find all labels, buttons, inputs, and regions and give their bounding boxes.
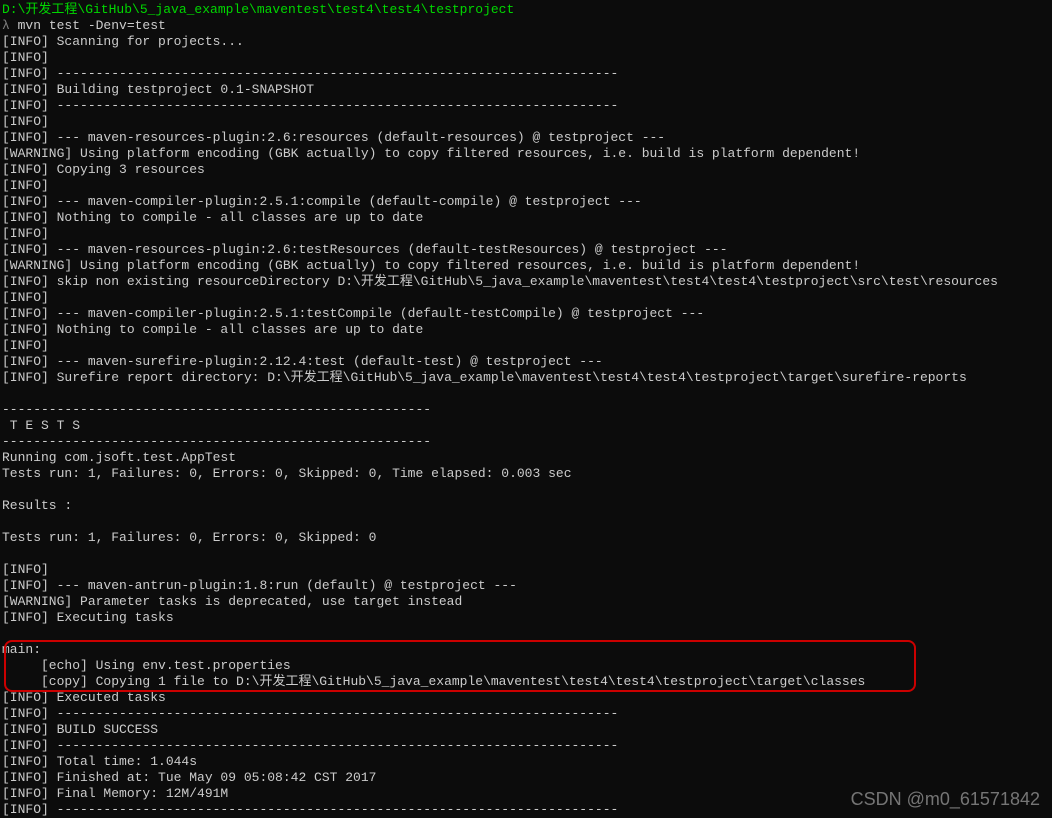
- watermark: CSDN @m0_61571842: [851, 791, 1040, 807]
- output-line: [INFO] ---------------------------------…: [2, 66, 1050, 82]
- output-line: [2, 482, 1050, 498]
- command-text: mvn test -Denv=test: [10, 18, 166, 33]
- output-line: [INFO] ---------------------------------…: [2, 738, 1050, 754]
- output-line: [INFO]: [2, 114, 1050, 130]
- output-line: [2, 514, 1050, 530]
- output-line: [INFO] Finished at: Tue May 09 05:08:42 …: [2, 770, 1050, 786]
- output-line: [INFO] Total time: 1.044s: [2, 754, 1050, 770]
- output-line: ----------------------------------------…: [2, 434, 1050, 450]
- prompt-line: D:\开发工程\GitHub\5_java_example\maventest\…: [2, 2, 1050, 18]
- command-line[interactable]: λ mvn test -Denv=test: [2, 18, 1050, 34]
- output-line: [INFO]: [2, 50, 1050, 66]
- output-line: [2, 626, 1050, 642]
- output-line: [INFO] Copying 3 resources: [2, 162, 1050, 178]
- output-line: [INFO] Building testproject 0.1-SNAPSHOT: [2, 82, 1050, 98]
- output-line: [WARNING] Parameter tasks is deprecated,…: [2, 594, 1050, 610]
- output-line: [INFO]: [2, 290, 1050, 306]
- output-line: [2, 546, 1050, 562]
- output-line: [INFO] Nothing to compile - all classes …: [2, 322, 1050, 338]
- output-line: [INFO] Executing tasks: [2, 610, 1050, 626]
- output-line: ----------------------------------------…: [2, 402, 1050, 418]
- output-line: Results :: [2, 498, 1050, 514]
- output-line: [INFO] --- maven-surefire-plugin:2.12.4:…: [2, 354, 1050, 370]
- output-line: [INFO] ---------------------------------…: [2, 98, 1050, 114]
- output-line: [INFO] --- maven-compiler-plugin:2.5.1:t…: [2, 306, 1050, 322]
- output-line: [INFO] skip non existing resourceDirecto…: [2, 274, 1050, 290]
- output-line: T E S T S: [2, 418, 1050, 434]
- output-line: [WARNING] Using platform encoding (GBK a…: [2, 258, 1050, 274]
- output-line: [INFO] Executed tasks: [2, 690, 1050, 706]
- output-line: Tests run: 1, Failures: 0, Errors: 0, Sk…: [2, 530, 1050, 546]
- output-line: [INFO] ---------------------------------…: [2, 706, 1050, 722]
- output-line: [WARNING] Using platform encoding (GBK a…: [2, 146, 1050, 162]
- output-line: [INFO]: [2, 338, 1050, 354]
- output-line: [INFO]: [2, 562, 1050, 578]
- output-line: Tests run: 1, Failures: 0, Errors: 0, Sk…: [2, 466, 1050, 482]
- output-line: [echo] Using env.test.properties: [2, 658, 1050, 674]
- prompt-symbol: λ: [2, 18, 10, 33]
- output-line: [INFO]: [2, 226, 1050, 242]
- output-line: [INFO] --- maven-resources-plugin:2.6:re…: [2, 130, 1050, 146]
- output-line: [INFO] BUILD SUCCESS: [2, 722, 1050, 738]
- prompt-path: D:\开发工程\GitHub\5_java_example\maventest\…: [2, 2, 514, 17]
- output-line: Running com.jsoft.test.AppTest: [2, 450, 1050, 466]
- highlighted-output: main: [echo] Using env.test.properties […: [2, 642, 1050, 690]
- output-line: [INFO] --- maven-antrun-plugin:1.8:run (…: [2, 578, 1050, 594]
- output-line: [INFO] Nothing to compile - all classes …: [2, 210, 1050, 226]
- output-line: [INFO] --- maven-resources-plugin:2.6:te…: [2, 242, 1050, 258]
- output-line: [INFO] Surefire report directory: D:\开发工…: [2, 370, 1050, 386]
- output-line: [INFO] Scanning for projects...: [2, 34, 1050, 50]
- output-line: [INFO]: [2, 178, 1050, 194]
- terminal-output: [INFO] Scanning for projects...[INFO][IN…: [2, 34, 1050, 642]
- output-line: [copy] Copying 1 file to D:\开发工程\GitHub\…: [2, 674, 1050, 690]
- output-line: [2, 386, 1050, 402]
- output-line: [INFO] --- maven-compiler-plugin:2.5.1:c…: [2, 194, 1050, 210]
- output-line: main:: [2, 642, 1050, 658]
